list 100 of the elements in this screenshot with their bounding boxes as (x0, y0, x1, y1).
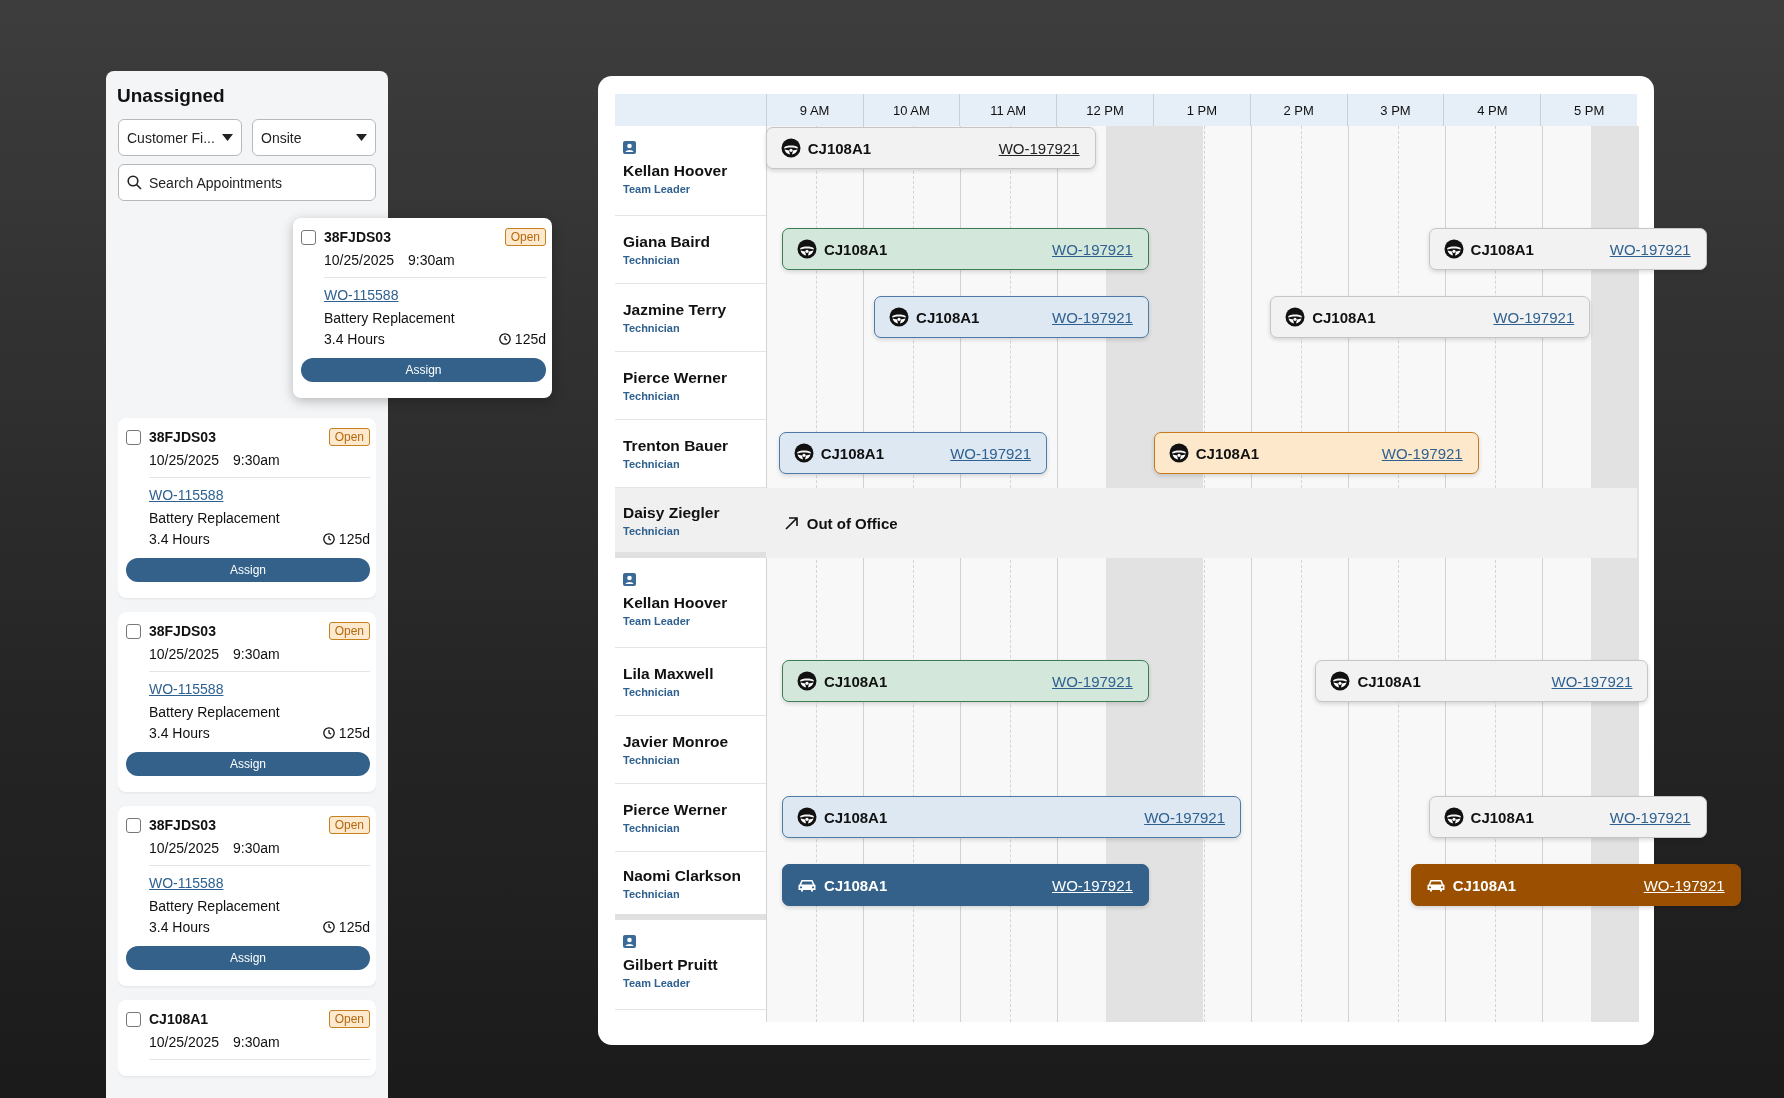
checkbox[interactable] (126, 429, 141, 445)
appointment-code: CJ108A1 (823, 240, 888, 258)
work-order-link[interactable]: WO-197921 (1381, 444, 1463, 462)
appointment-bar[interactable]: CJ108A1 WO-197921 (1428, 796, 1707, 838)
appointment-code: CJ108A1 (820, 444, 885, 462)
work-order-link[interactable]: WO-197921 (1609, 808, 1691, 826)
technician-role: Technician (623, 458, 681, 470)
panel-title: Unassigned (117, 85, 225, 108)
technician-role: Technician (623, 254, 681, 266)
work-order-link[interactable]: WO-197921 (1052, 308, 1133, 326)
steering-wheel-icon (793, 443, 814, 463)
filter-dropdown[interactable]: Customer Fi... (118, 119, 242, 156)
appointment-bar[interactable]: CJ108A1 WO-197921 (1315, 660, 1649, 702)
appointment-card[interactable]: CJ108A1 Open 10/25/2025 9:30am (118, 1000, 376, 1076)
appointment-code: CJ108A1 (823, 672, 888, 690)
checkbox[interactable] (301, 229, 316, 245)
age: 125d (338, 725, 370, 741)
assign-button[interactable]: Assign (126, 752, 370, 776)
status-badge: Open (328, 428, 370, 446)
work-order-link[interactable]: WO-197921 (1144, 808, 1225, 826)
task-name: Battery Replacement (324, 310, 456, 326)
appointment-bar[interactable]: CJ108A1 WO-197921 (1428, 228, 1707, 270)
technician-role: Technician (623, 822, 681, 834)
person-badge-icon (623, 573, 636, 586)
task-name: Battery Replacement (149, 704, 281, 720)
work-order-link[interactable]: WO-197921 (1052, 672, 1133, 690)
work-order-link[interactable]: WO-197921 (1643, 876, 1725, 894)
technician-name: Jazmine Terry (623, 301, 728, 319)
assign-button[interactable]: Assign (301, 358, 546, 382)
appointment-date: 10/25/2025 (149, 1034, 220, 1050)
status-badge: Open (328, 816, 370, 834)
steering-wheel-icon (1443, 807, 1464, 827)
appointment-card[interactable]: 38FJDS03 Open 10/25/2025 9:30am WO-115588 Battery Replacement 3.4 Hours 125d Assign (118, 612, 376, 792)
filter-dropdown[interactable]: Onsite (252, 119, 376, 156)
technician-role: Team Leader (623, 183, 692, 195)
appointment-time: 9:30am (233, 646, 280, 662)
work-order-link[interactable]: WO-115588 (324, 287, 399, 303)
appointment-card[interactable]: 38FJDS03 Open 10/25/2025 9:30am WO-115588 Battery Replacement 3.4 Hours 125d Assign (118, 806, 376, 986)
work-order-link[interactable]: WO-115588 (149, 875, 224, 891)
hour-label: 10 AM (893, 102, 930, 118)
technician-name: Daisy Ziegler (623, 503, 721, 522)
appointment-date: 10/25/2025 (149, 452, 220, 468)
status-badge: Open (504, 228, 546, 246)
technician-role: Technician (623, 887, 681, 900)
assign-button[interactable]: Assign (126, 946, 370, 970)
steering-wheel-icon (796, 239, 817, 259)
appointment-code: CJ108A1 (823, 808, 888, 826)
appointment-bar[interactable]: CJ108A1 WO-197921 (781, 228, 1149, 270)
appointment-code: CJ108A1 (916, 308, 980, 326)
age: 125d (338, 919, 370, 935)
appointment-card[interactable]: 38FJDS03 Open 10/25/2025 9:30am WO-115588 Battery Replacement 3.4 Hours 125d Assign (293, 218, 552, 398)
checkbox[interactable] (126, 817, 141, 833)
technician-role: Technician (623, 686, 681, 698)
appointment-code: 38FJDS03 (149, 429, 216, 445)
checkbox[interactable] (126, 623, 141, 639)
appointment-bar[interactable]: CJ108A1 WO-197921 (765, 127, 1096, 169)
search-icon (127, 175, 142, 190)
steering-wheel-icon (1330, 671, 1351, 691)
work-order-link[interactable]: WO-197921 (1609, 240, 1691, 258)
caret-icon (356, 134, 367, 141)
appointment-bar[interactable]: CJ108A1 WO-197921 (781, 864, 1149, 906)
appointment-bar[interactable]: CJ108A1 WO-197921 (874, 296, 1149, 338)
work-order-link[interactable]: WO-115588 (149, 681, 224, 697)
technician-name: Pierce Werner (623, 369, 728, 387)
appointment-bar[interactable]: CJ108A1 WO-197921 (781, 796, 1241, 838)
checkbox[interactable] (126, 1011, 141, 1027)
appointment-date: 10/25/2025 (149, 840, 220, 856)
appointment-date: 10/25/2025 (324, 252, 395, 268)
hour-label: 1 PM (1186, 102, 1218, 118)
work-order-link[interactable]: WO-197921 (998, 139, 1080, 157)
technician-name: Gilbert Pruitt (623, 956, 719, 974)
steering-wheel-icon (796, 807, 817, 827)
duration: 3.4 Hours (149, 919, 210, 935)
appointment-time: 9:30am (233, 452, 280, 468)
technician-name: Lila Maxwell (623, 665, 715, 683)
search-field[interactable]: Search Appointments (118, 164, 376, 201)
assign-button[interactable]: Assign (126, 558, 370, 582)
steering-wheel-icon (889, 307, 910, 327)
work-order-link[interactable]: WO-197921 (1052, 240, 1133, 258)
appointment-bar[interactable]: CJ108A1 WO-197921 (1153, 432, 1479, 474)
appointment-bar[interactable]: CJ108A1 WO-197921 (1410, 864, 1741, 906)
technician-name: Naomi Clarkson (623, 866, 742, 885)
work-order-link[interactable]: WO-197921 (1551, 672, 1633, 690)
clock-icon (322, 921, 335, 933)
appointment-bar[interactable]: CJ108A1 WO-197921 (1270, 296, 1591, 338)
clock-icon (498, 333, 511, 345)
appointment-bar[interactable]: CJ108A1 WO-197921 (781, 660, 1149, 702)
steering-wheel-icon (1285, 307, 1306, 327)
appointment-code: CJ108A1 (823, 876, 888, 894)
technician-role: Technician (623, 390, 681, 402)
arrow-icon (783, 515, 799, 531)
appointment-code: CJ108A1 (149, 1011, 209, 1027)
appointment-card[interactable]: 38FJDS03 Open 10/25/2025 9:30am WO-115588 Battery Replacement 3.4 Hours 125d Assign (118, 418, 376, 598)
work-order-link[interactable]: WO-197921 (1493, 308, 1575, 326)
technician-name: Javier Monroe (623, 733, 730, 751)
work-order-link[interactable]: WO-197921 (1052, 876, 1133, 894)
technician-name: Giana Baird (623, 233, 711, 251)
work-order-link[interactable]: WO-197921 (950, 444, 1031, 462)
work-order-link[interactable]: WO-115588 (149, 487, 224, 503)
appointment-bar[interactable]: CJ108A1 WO-197921 (778, 432, 1047, 474)
